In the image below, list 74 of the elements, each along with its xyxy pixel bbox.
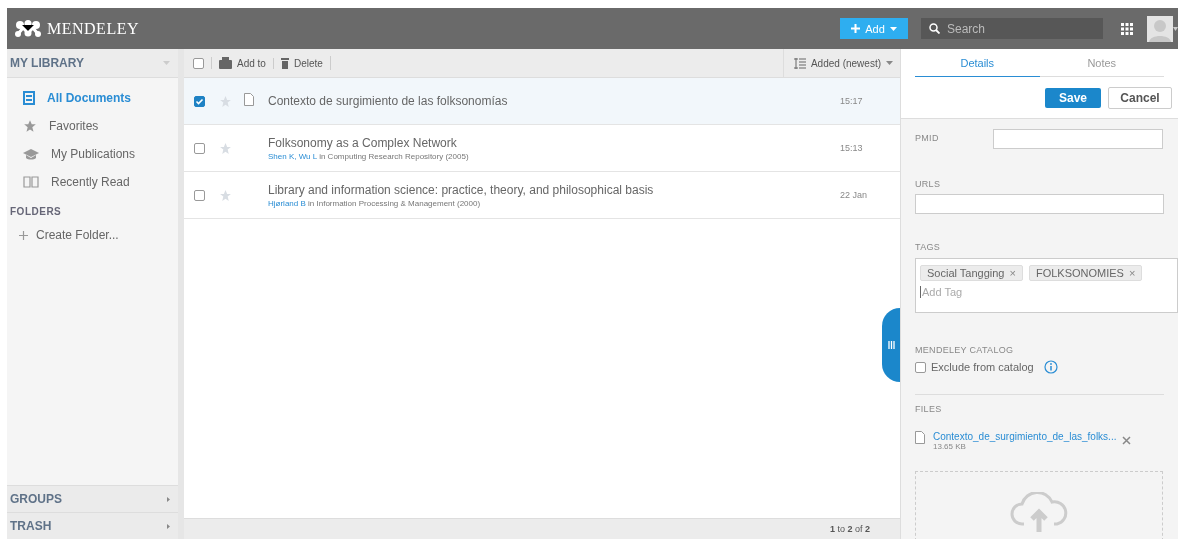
- folder-tray-icon: [219, 57, 232, 69]
- close-icon[interactable]: [1122, 436, 1132, 445]
- logo-icon: [15, 20, 41, 37]
- search-icon: [929, 23, 940, 34]
- star-icon[interactable]: [219, 141, 232, 155]
- document-citation: Shen K, Wu L in Computing Research Repository (2005): [268, 151, 470, 161]
- caret-icon: [886, 61, 893, 65]
- sidebar-item[interactable]: Recently Read: [7, 168, 178, 196]
- arrow-icon: [167, 496, 170, 502]
- delete-button[interactable]: Delete: [272, 57, 330, 69]
- logo-text: MENDELEY: [47, 19, 139, 38]
- urls-field[interactable]: [915, 194, 1164, 214]
- row-checkbox[interactable]: [194, 189, 205, 201]
- sidebar-item[interactable]: All Documents: [7, 84, 178, 112]
- document-icon: [23, 91, 35, 105]
- document-icon: [915, 431, 925, 444]
- field-label: TAGS: [915, 242, 942, 252]
- file-size: 13.65 KB: [933, 442, 967, 451]
- remove-tag-button[interactable]: ×: [1009, 267, 1016, 279]
- document-title[interactable]: Folksonomy as a Complex Network: [268, 135, 840, 150]
- avatar-icon[interactable]: [1147, 15, 1173, 42]
- field-label: URLS: [915, 179, 942, 189]
- graduation-cap-icon: [23, 148, 39, 160]
- tag-label: FOLKSONOMIES: [1035, 267, 1124, 279]
- section-label: MENDELEY CATALOG: [915, 345, 1015, 355]
- sort-dropdown[interactable]: Added (newest): [782, 49, 900, 77]
- trash-section[interactable]: TRASH: [7, 512, 178, 539]
- panel-toggle-handle[interactable]: [882, 308, 900, 382]
- groups-section[interactable]: GROUPS: [7, 485, 178, 512]
- sidebar-item[interactable]: My Publications: [7, 140, 178, 168]
- document-title[interactable]: Contexto de surgimiento de las folksonomías: [268, 94, 840, 108]
- plus-icon: [851, 24, 861, 33]
- star-icon[interactable]: [219, 94, 232, 108]
- add-tag-field[interactable]: Add Tag: [920, 286, 1072, 298]
- star-icon[interactable]: [219, 188, 232, 202]
- file-drop-zone[interactable]: [915, 471, 1163, 539]
- date-added: 15:17: [840, 96, 864, 106]
- select-all-checkbox[interactable]: [193, 57, 204, 69]
- remove-tag-button[interactable]: ×: [1128, 267, 1136, 279]
- document-title[interactable]: Library and information science: practice, theory, and philosophical basis: [268, 182, 840, 197]
- sidebar-item[interactable]: Favorites: [7, 112, 178, 140]
- date-added: 22 Jan: [840, 190, 869, 200]
- row-checkbox[interactable]: [194, 95, 205, 107]
- arrow-icon: [167, 523, 170, 529]
- grip-icon: [887, 341, 895, 349]
- search-field[interactable]: Search: [921, 18, 1103, 39]
- plus-icon: [19, 230, 28, 240]
- section-label: FILES: [915, 404, 942, 414]
- app-grid-icon[interactable]: [1121, 22, 1133, 35]
- cloud-upload-icon: [1010, 492, 1068, 532]
- star-icon: [23, 119, 37, 133]
- trash-icon: [280, 57, 289, 69]
- exclude-checkbox[interactable]: [915, 361, 926, 373]
- document-citation: Hjørland B in Information Processing & Management (2000): [268, 198, 482, 208]
- caret-icon[interactable]: [1173, 26, 1178, 31]
- create-folder-button[interactable]: Create Folder...: [7, 227, 178, 243]
- info-icon[interactable]: [1043, 360, 1058, 374]
- caret-icon: [889, 26, 897, 31]
- field-label: PMID: [915, 133, 939, 145]
- library-title: MY LIBRARY: [10, 56, 84, 70]
- save-button[interactable]: Save: [1045, 87, 1101, 108]
- folders-heading: FOLDERS: [9, 205, 63, 219]
- book-icon: [23, 176, 39, 188]
- pmid-field[interactable]: [993, 129, 1163, 149]
- file-link[interactable]: Contexto_de_surgimiento_de_las_folks...: [933, 431, 1117, 442]
- checkbox-label: Exclude from catalog: [931, 361, 1034, 373]
- tags-field[interactable]: Social Tangging × FOLKSONOMIES × Add Tag: [915, 258, 1178, 313]
- cancel-button[interactable]: Cancel: [1108, 86, 1172, 109]
- date-added: 15:13: [840, 143, 864, 153]
- pagination-text: 1 to 2 of 2: [829, 524, 870, 534]
- row-checkbox[interactable]: [194, 142, 205, 154]
- add-to-button[interactable]: Add to: [211, 57, 273, 69]
- tag-label: Social Tangging: [927, 267, 1005, 279]
- sort-icon: [793, 57, 806, 69]
